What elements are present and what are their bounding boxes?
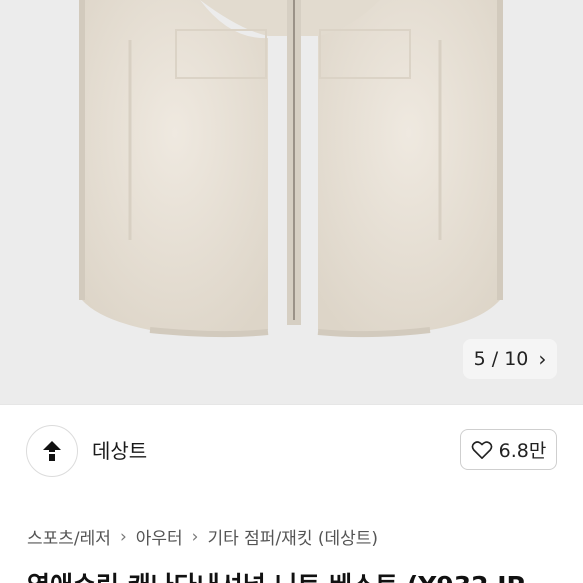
chevron-right-icon: › [191, 526, 199, 547]
heart-outline-icon [471, 440, 492, 459]
breadcrumb-item-outer[interactable]: 아우터 [136, 524, 183, 549]
descente-logo-icon [43, 441, 61, 461]
shop-name[interactable]: 데상트 [92, 435, 147, 464]
shop-logo[interactable] [26, 425, 78, 477]
breadcrumb: 스포츠/레저 › 아우터 › 기타 점퍼/재킷 (데상트) [27, 524, 378, 550]
image-counter[interactable]: 5 / 10 › [463, 339, 557, 379]
breadcrumb-item-jacket[interactable]: 기타 점퍼/재킷 (데상트) [207, 524, 378, 549]
image-counter-text: 5 / 10 [473, 348, 529, 370]
like-button[interactable]: 6.8만 [460, 429, 557, 470]
product-title: 염애슈린 캐나다내셔널 니트 베스트 (Y932 IP [27, 566, 583, 583]
chevron-right-icon: › [119, 526, 127, 547]
like-count: 6.8만 [498, 440, 547, 462]
shop-row[interactable]: 데상트 6.8만 [0, 405, 583, 495]
breadcrumb-item-sports[interactable]: 스포츠/레저 [27, 524, 111, 549]
product-image[interactable]: 5 / 10 › [0, 0, 583, 404]
chevron-right-icon[interactable]: › [538, 349, 546, 369]
